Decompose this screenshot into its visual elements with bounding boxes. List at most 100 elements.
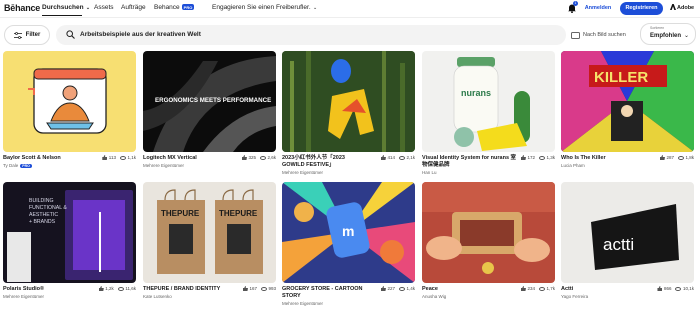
thumbs-up-icon bbox=[242, 286, 248, 291]
thumbs-up-icon bbox=[659, 155, 665, 160]
nav-behance-pro[interactable]: Behance PRO bbox=[154, 4, 195, 11]
nav-assets[interactable]: Assets bbox=[94, 4, 114, 11]
project-title[interactable]: Logitech MX Vertical bbox=[143, 155, 233, 162]
project-title[interactable]: Polaris Studio® bbox=[3, 286, 93, 293]
chevron-down-icon: ⌄ bbox=[84, 5, 91, 11]
project-owner[interactable]: Mehrere Eigentümer bbox=[3, 294, 44, 299]
thumbs-up-icon bbox=[657, 286, 663, 291]
pro-badge: PRO bbox=[20, 164, 32, 168]
project-owner[interactable]: Anusha Wig bbox=[422, 294, 446, 299]
project-owner[interactable]: Mehrere Eigentümer bbox=[282, 170, 323, 175]
project-title[interactable]: THEPURE / BRAND IDENTITY bbox=[143, 286, 233, 293]
project-card[interactable]: actti Actti Yago Ferreira 866 10,1k bbox=[561, 182, 694, 299]
project-title[interactable]: Peace bbox=[422, 286, 512, 293]
project-card[interactable]: THEPURE THEPURE THEPURE / BRAND IDENTITY… bbox=[143, 182, 276, 299]
thumbs-up-icon bbox=[520, 155, 526, 160]
sort-dropdown[interactable]: Sortieren Empfohlen ⌄ bbox=[640, 23, 696, 45]
project-owner[interactable]: Mehrere Eigentümer bbox=[143, 163, 184, 168]
view-count: 10,1k bbox=[682, 286, 694, 291]
project-card[interactable]: KILLER Who Is The Killer Lucia Pham 287 … bbox=[561, 51, 694, 168]
project-owner[interactable]: Lucia Pham bbox=[561, 163, 585, 168]
project-image: m bbox=[282, 182, 415, 283]
top-navigation: Bēhance Durchsuchen ⌄ Assets Aufträge Be… bbox=[0, 0, 700, 18]
project-card[interactable]: Peace Anusha Wig 234 1,7k bbox=[422, 182, 555, 299]
like-count: 287 bbox=[666, 155, 674, 160]
eye-icon bbox=[117, 286, 124, 291]
project-title[interactable]: Who Is The Killer bbox=[561, 155, 651, 162]
project-thumbnail[interactable] bbox=[282, 51, 415, 152]
project-owner[interactable]: Yago Ferreira bbox=[561, 294, 588, 299]
search-input[interactable]: Arbeitsbeispiele aus der kreativen Welt bbox=[56, 25, 566, 45]
nav-browse[interactable]: Durchsuchen ⌄ bbox=[42, 4, 91, 16]
pro-badge: PRO bbox=[181, 4, 195, 11]
project-image bbox=[3, 51, 136, 152]
project-title[interactable]: GROCERY STORE - CARTOON STORY bbox=[282, 286, 372, 300]
like-count: 172 bbox=[527, 155, 535, 160]
project-card[interactable]: 2023小红书外人节「2023 GOWILD FESTIVE」 Mehrere … bbox=[282, 51, 415, 175]
eye-icon bbox=[675, 286, 682, 291]
project-stats: 172 1,3k bbox=[520, 155, 555, 160]
project-thumbnail[interactable] bbox=[3, 51, 136, 152]
project-thumbnail[interactable]: THEPURE THEPURE bbox=[143, 182, 276, 283]
project-title[interactable]: Actti bbox=[561, 286, 651, 293]
adobe-link[interactable]: Adobe bbox=[670, 4, 694, 11]
nav-hire-label: Engagieren Sie einen Freiberufler. bbox=[212, 4, 311, 11]
sort-value: Empfohlen bbox=[650, 33, 681, 39]
project-owner[interactable]: Mehrere Eigentümer bbox=[282, 301, 323, 306]
search-icon bbox=[66, 30, 75, 39]
eye-icon bbox=[398, 155, 405, 160]
project-title[interactable]: Visual Identity System for nurans 室物保健品牌 bbox=[422, 155, 518, 169]
like-count: 113 bbox=[108, 155, 116, 160]
behance-logo[interactable]: Bēhance bbox=[4, 3, 40, 13]
project-thumbnail[interactable]: m bbox=[282, 182, 415, 283]
sort-label: Sortieren bbox=[650, 26, 665, 30]
nav-pro-label: Behance bbox=[154, 4, 180, 11]
nav-hire-freelancer[interactable]: Engagieren Sie einen Freiberufler. ⌄ bbox=[212, 4, 317, 11]
like-count: 227 bbox=[387, 286, 395, 291]
like-count: 414 bbox=[387, 155, 395, 160]
project-thumbnail[interactable]: KILLER bbox=[561, 51, 694, 152]
project-card[interactable]: ERGONOMICS MEETS PERFORMANCE Logitech MX… bbox=[143, 51, 276, 168]
project-thumbnail[interactable]: nurans bbox=[422, 51, 555, 152]
chevron-down-icon: ⌄ bbox=[683, 33, 689, 39]
project-card[interactable]: BUILDING FUNCTIONAL & AESTHETIC + BRANDS Po… bbox=[3, 182, 136, 299]
thumbs-up-icon bbox=[102, 155, 108, 160]
login-button[interactable]: Anmelden bbox=[580, 2, 616, 15]
project-stats: 167 993 bbox=[242, 286, 276, 291]
thumbs-up-icon bbox=[380, 155, 386, 160]
thumbs-up-icon bbox=[520, 286, 526, 291]
filter-button[interactable]: Filter bbox=[4, 25, 50, 45]
adobe-icon bbox=[670, 4, 676, 10]
like-count: 1,2k bbox=[105, 286, 114, 291]
project-stats: 866 10,1k bbox=[657, 286, 694, 291]
project-owner[interactable]: Han Lu bbox=[422, 170, 437, 175]
eye-icon bbox=[538, 155, 545, 160]
project-stats: 414 2,1k bbox=[380, 155, 415, 160]
eye-icon bbox=[260, 286, 267, 291]
thumbnail-text: ERGONOMICS MEETS PERFORMANCE bbox=[155, 97, 271, 104]
thumbs-up-icon bbox=[241, 155, 247, 160]
project-image bbox=[282, 51, 415, 152]
thumbnail-text: THEPURE bbox=[219, 209, 258, 218]
project-thumbnail[interactable]: actti bbox=[561, 182, 694, 283]
image-search-button[interactable]: Nach Bild suchen bbox=[568, 25, 632, 45]
project-stats: 113 1,1k bbox=[102, 155, 136, 160]
project-card[interactable]: m GROCERY STORE - CARTOON STORY Mehrere … bbox=[282, 182, 415, 306]
project-card[interactable]: nurans Visual Identity System for nurans… bbox=[422, 51, 555, 175]
project-owner[interactable]: Kate Lutsenko bbox=[143, 294, 172, 299]
like-count: 325 bbox=[248, 155, 256, 160]
project-thumbnail[interactable]: ERGONOMICS MEETS PERFORMANCE bbox=[143, 51, 276, 152]
view-count: 11,6k bbox=[125, 286, 136, 291]
project-card[interactable]: Baylor Scott & Nelson Ty Dale PRO 113 1,1… bbox=[3, 51, 136, 168]
project-title[interactable]: Baylor Scott & Nelson bbox=[3, 155, 93, 162]
view-count: 1,8k bbox=[685, 155, 694, 160]
register-button[interactable]: Registrieren bbox=[620, 2, 663, 15]
project-owner[interactable]: Ty Dale PRO bbox=[3, 163, 32, 168]
view-count: 1,1k bbox=[127, 155, 136, 160]
project-thumbnail[interactable]: BUILDING FUNCTIONAL & AESTHETIC + BRANDS bbox=[3, 182, 136, 283]
nav-jobs[interactable]: Aufträge bbox=[121, 4, 146, 11]
project-stats: 227 1,4k bbox=[380, 286, 415, 291]
project-title[interactable]: 2023小红书外人节「2023 GOWILD FESTIVE」 bbox=[282, 155, 366, 169]
project-thumbnail[interactable] bbox=[422, 182, 555, 283]
eye-icon bbox=[119, 155, 126, 160]
